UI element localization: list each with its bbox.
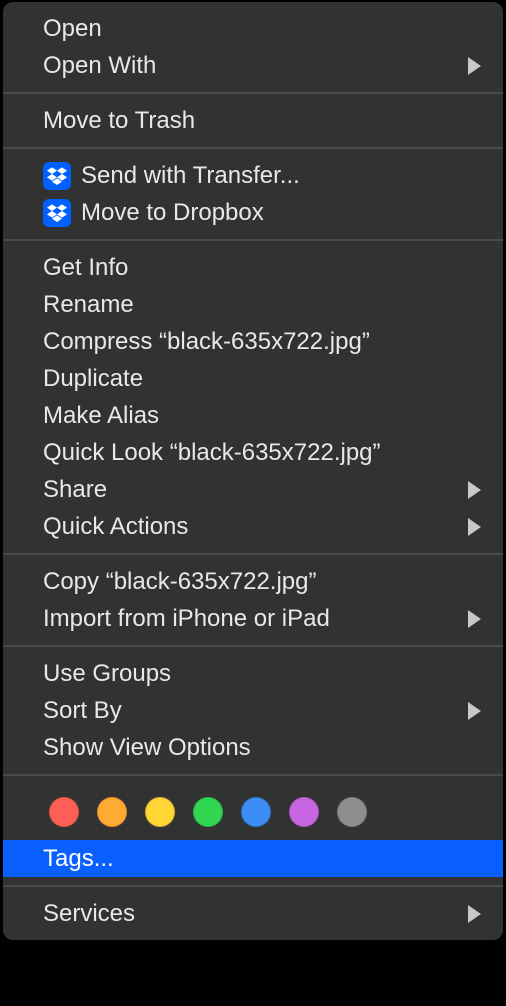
dropbox-icon [43, 199, 71, 227]
menu-item-label: Import from iPhone or iPad [43, 605, 468, 633]
menu-item-duplicate[interactable]: Duplicate [3, 360, 503, 397]
menu-item-rename[interactable]: Rename [3, 286, 503, 323]
chevron-right-icon [468, 481, 481, 499]
menu-item-label: Show View Options [43, 734, 485, 762]
menu-item-quick-look[interactable]: Quick Look “black-635x722.jpg” [3, 434, 503, 471]
menu-item-label: Get Info [43, 254, 485, 282]
menu-item-label: Send with Transfer... [81, 162, 485, 190]
menu-separator [3, 885, 503, 887]
menu-item-label: Move to Dropbox [81, 199, 485, 227]
menu-item-show-view-options[interactable]: Show View Options [3, 729, 503, 766]
menu-item-label: Sort By [43, 697, 468, 725]
menu-item-label: Open [43, 15, 485, 43]
menu-separator [3, 645, 503, 647]
tag-color-blue[interactable] [241, 797, 271, 827]
dropbox-icon [43, 162, 71, 190]
menu-item-open[interactable]: Open [3, 10, 503, 47]
menu-item-label: Make Alias [43, 402, 485, 430]
tag-color-purple[interactable] [289, 797, 319, 827]
menu-item-share[interactable]: Share [3, 471, 503, 508]
tag-color-yellow[interactable] [145, 797, 175, 827]
menu-item-open-with[interactable]: Open With [3, 47, 503, 84]
menu-item-quick-actions[interactable]: Quick Actions [3, 508, 503, 545]
menu-item-compress[interactable]: Compress “black-635x722.jpg” [3, 323, 503, 360]
menu-separator [3, 774, 503, 776]
menu-item-label: Copy “black-635x722.jpg” [43, 568, 485, 596]
menu-item-label: Use Groups [43, 660, 485, 688]
tag-color-green[interactable] [193, 797, 223, 827]
menu-item-label: Rename [43, 291, 485, 319]
menu-item-copy[interactable]: Copy “black-635x722.jpg” [3, 563, 503, 600]
menu-item-label: Open With [43, 52, 468, 80]
tag-color-red[interactable] [49, 797, 79, 827]
tag-color-orange[interactable] [97, 797, 127, 827]
chevron-right-icon [468, 57, 481, 75]
context-menu: Open Open With Move to Trash Send with T… [3, 2, 503, 940]
menu-item-move-to-trash[interactable]: Move to Trash [3, 102, 503, 139]
menu-item-label: Quick Actions [43, 513, 468, 541]
menu-item-services[interactable]: Services [3, 895, 503, 932]
menu-item-label: Share [43, 476, 468, 504]
menu-item-tags[interactable]: Tags... [3, 840, 503, 877]
menu-item-label: Tags... [43, 845, 485, 873]
menu-item-get-info[interactable]: Get Info [3, 249, 503, 286]
menu-item-label: Compress “black-635x722.jpg” [43, 328, 485, 356]
menu-separator [3, 239, 503, 241]
menu-item-send-with-transfer[interactable]: Send with Transfer... [3, 157, 503, 194]
chevron-right-icon [468, 518, 481, 536]
menu-item-import-from-iphone[interactable]: Import from iPhone or iPad [3, 600, 503, 637]
menu-item-label: Duplicate [43, 365, 485, 393]
menu-item-label: Quick Look “black-635x722.jpg” [43, 439, 485, 467]
menu-item-sort-by[interactable]: Sort By [3, 692, 503, 729]
menu-item-move-to-dropbox[interactable]: Move to Dropbox [3, 194, 503, 231]
menu-separator [3, 553, 503, 555]
chevron-right-icon [468, 702, 481, 720]
menu-separator [3, 147, 503, 149]
tag-color-gray[interactable] [337, 797, 367, 827]
tag-color-row [3, 784, 503, 840]
menu-item-label: Services [43, 900, 468, 928]
chevron-right-icon [468, 610, 481, 628]
menu-item-use-groups[interactable]: Use Groups [3, 655, 503, 692]
menu-item-label: Move to Trash [43, 107, 485, 135]
chevron-right-icon [468, 905, 481, 923]
menu-separator [3, 92, 503, 94]
menu-item-make-alias[interactable]: Make Alias [3, 397, 503, 434]
